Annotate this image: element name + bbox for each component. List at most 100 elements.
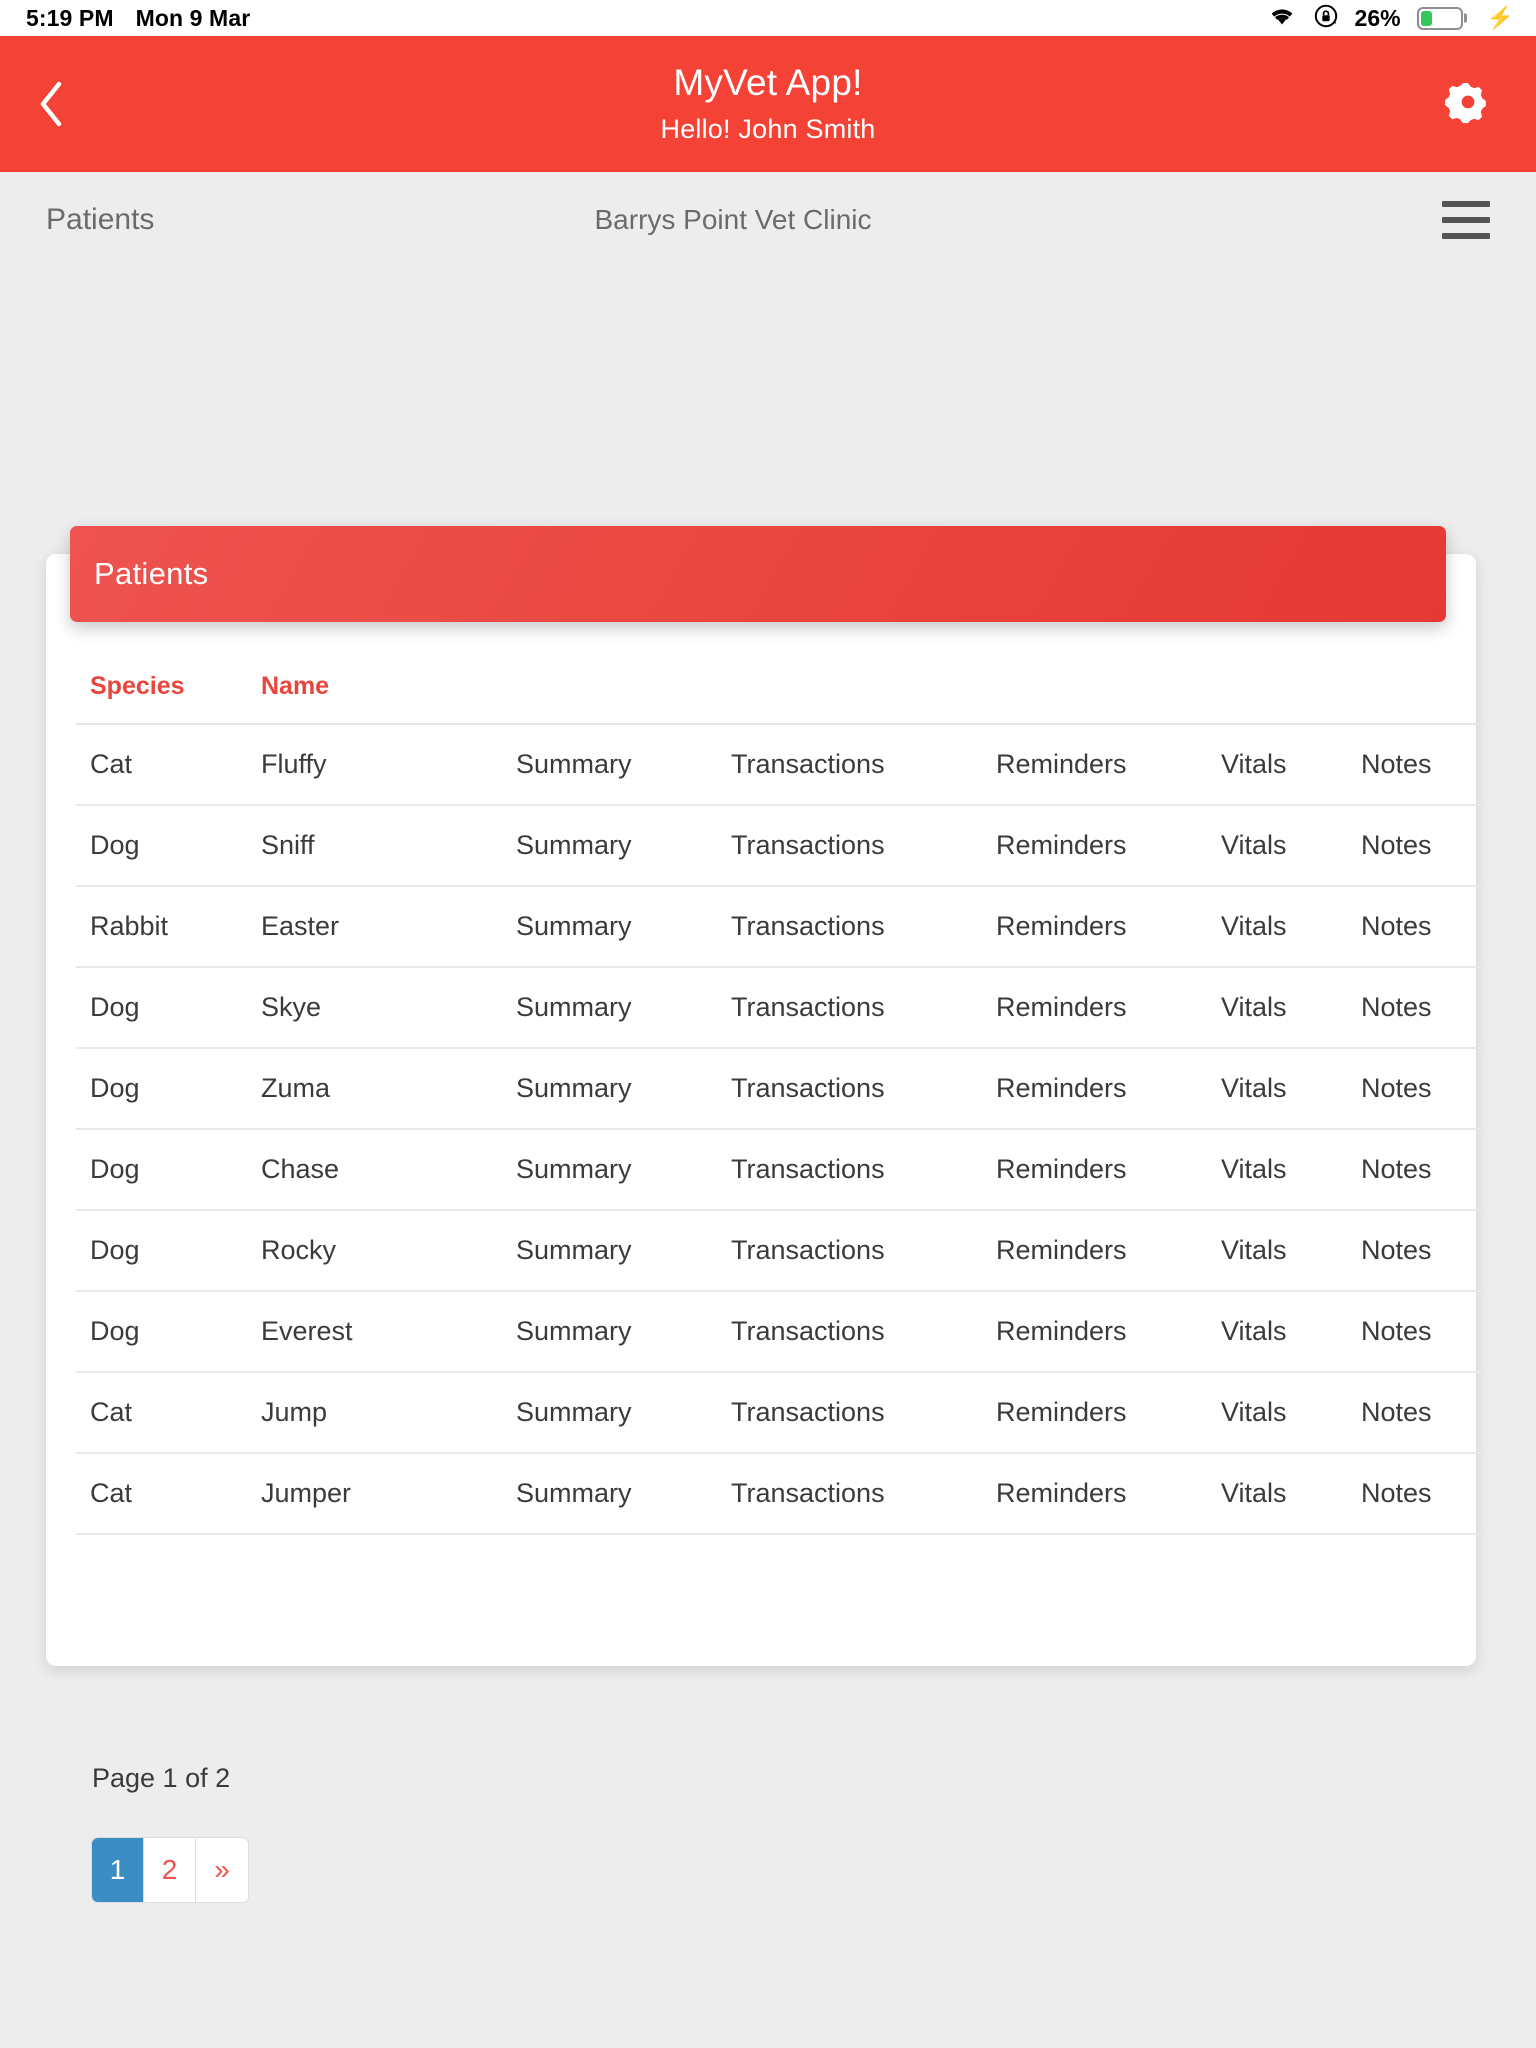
link-transactions[interactable]: Transactions [731, 886, 996, 968]
link-summary[interactable]: Summary [516, 1129, 731, 1211]
link-reminders[interactable]: Reminders [996, 805, 1221, 887]
patients-card-banner: Patients [70, 526, 1446, 622]
link-vitals[interactable]: Vitals [1221, 1048, 1361, 1130]
link-reminders[interactable]: Reminders [996, 1453, 1221, 1535]
link-summary[interactable]: Summary [516, 724, 731, 806]
pagination-info: Page 1 of 2 [92, 1763, 231, 1793]
table-row: Cat Jump Summary Transactions Reminders Vital… [76, 1372, 1481, 1454]
link-reminders[interactable]: Reminders [996, 1291, 1221, 1373]
link-notes[interactable]: Notes [1361, 1129, 1481, 1211]
link-summary[interactable]: Summary [516, 1210, 731, 1292]
table-row: Dog Everest Summary Transactions Reminders Vi… [76, 1291, 1481, 1373]
link-reminders[interactable]: Reminders [996, 1372, 1221, 1454]
rotation-lock-icon [1313, 3, 1339, 34]
link-reminders[interactable]: Reminders [996, 724, 1221, 806]
app-greeting: Hello! John Smith [660, 114, 876, 145]
link-notes[interactable]: Notes [1361, 886, 1481, 968]
cell-species: Dog [76, 967, 261, 1049]
table-row: Dog Zuma Summary Transactions Reminders Vital… [76, 1048, 1481, 1130]
app-title: MyVet App! [673, 61, 863, 103]
link-notes[interactable]: Notes [1361, 1372, 1481, 1454]
status-time: 5:19 PM [26, 4, 114, 31]
main-content: Patients Species Name Cat Fluffy Summary Tr… [0, 268, 1536, 1902]
link-summary[interactable]: Summary [516, 1048, 731, 1130]
cell-species: Dog [76, 805, 261, 887]
link-transactions[interactable]: Transactions [731, 1453, 996, 1535]
charging-bolt-icon: ⚡ [1486, 5, 1514, 30]
breadcrumb[interactable]: Patients [46, 203, 154, 237]
link-transactions[interactable]: Transactions [731, 1291, 996, 1373]
link-summary[interactable]: Summary [516, 1453, 731, 1535]
clinic-name: Barrys Point Vet Clinic [594, 204, 872, 235]
table-row: Cat Fluffy Summary Transactions Reminders Vit… [76, 724, 1481, 806]
cell-species: Dog [76, 1048, 261, 1130]
link-vitals[interactable]: Vitals [1221, 1372, 1361, 1454]
hamburger-menu-icon[interactable] [1442, 201, 1490, 239]
link-transactions[interactable]: Transactions [731, 1048, 996, 1130]
column-header-transactions [731, 648, 996, 725]
cell-name: Jumper [261, 1453, 516, 1535]
link-notes[interactable]: Notes [1361, 1291, 1481, 1373]
link-vitals[interactable]: Vitals [1221, 1210, 1361, 1292]
link-reminders[interactable]: Reminders [996, 1129, 1221, 1211]
link-reminders[interactable]: Reminders [996, 886, 1221, 968]
status-bar-left: 5:19 PM Mon 9 Mar [26, 5, 250, 32]
patients-table-wrapper: Species Name Cat Fluffy Summary Transaction… [46, 554, 1481, 1535]
table-row: Rabbit Easter Summary Transactions Reminders… [76, 886, 1481, 968]
link-vitals[interactable]: Vitals [1221, 805, 1361, 887]
status-bar: 5:19 PM Mon 9 Mar 26% ⚡ [0, 0, 1536, 36]
table-row: Dog Skye Summary Transactions Reminders Vital… [76, 967, 1481, 1049]
cell-name: Sniff [261, 805, 516, 887]
pagination-page-1[interactable]: 1 [92, 1838, 144, 1902]
link-summary[interactable]: Summary [516, 967, 731, 1049]
link-notes[interactable]: Notes [1361, 1210, 1481, 1292]
link-vitals[interactable]: Vitals [1221, 724, 1361, 806]
link-transactions[interactable]: Transactions [731, 1372, 996, 1454]
column-header-reminders [996, 648, 1221, 725]
link-transactions[interactable]: Transactions [731, 724, 996, 806]
link-summary[interactable]: Summary [516, 1372, 731, 1454]
back-chevron-icon [37, 79, 67, 129]
link-notes[interactable]: Notes [1361, 967, 1481, 1049]
cell-name: Zuma [261, 1048, 516, 1130]
link-notes[interactable]: Notes [1361, 1048, 1481, 1130]
back-button[interactable] [28, 76, 76, 132]
table-row: Dog Chase Summary Transactions Reminders Vita… [76, 1129, 1481, 1211]
link-vitals[interactable]: Vitals [1221, 886, 1361, 968]
link-notes[interactable]: Notes [1361, 1453, 1481, 1535]
wifi-icon [1267, 5, 1297, 32]
settings-button[interactable] [1440, 76, 1496, 132]
column-header-summary [516, 648, 731, 725]
cell-species: Cat [76, 1372, 261, 1454]
link-summary[interactable]: Summary [516, 805, 731, 887]
column-header-notes [1361, 648, 1481, 725]
cell-name: Skye [261, 967, 516, 1049]
link-vitals[interactable]: Vitals [1221, 1129, 1361, 1211]
column-header-name[interactable]: Name [261, 648, 516, 725]
link-reminders[interactable]: Reminders [996, 967, 1221, 1049]
link-transactions[interactable]: Transactions [731, 1129, 996, 1211]
cell-name: Chase [261, 1129, 516, 1211]
link-vitals[interactable]: Vitals [1221, 1453, 1361, 1535]
link-transactions[interactable]: Transactions [731, 967, 996, 1049]
link-notes[interactable]: Notes [1361, 724, 1481, 806]
pagination-page-3[interactable]: » [196, 1838, 248, 1902]
link-notes[interactable]: Notes [1361, 805, 1481, 887]
link-summary[interactable]: Summary [516, 1291, 731, 1373]
link-summary[interactable]: Summary [516, 886, 731, 968]
pagination[interactable]: 1 2» [92, 1838, 248, 1902]
link-transactions[interactable]: Transactions [731, 805, 996, 887]
table-row: Cat Jumper Summary Transactions Reminders Vit… [76, 1453, 1481, 1535]
link-reminders[interactable]: Reminders [996, 1210, 1221, 1292]
column-header-species[interactable]: Species [76, 648, 261, 725]
link-vitals[interactable]: Vitals [1221, 967, 1361, 1049]
cell-name: Rocky [261, 1210, 516, 1292]
gear-icon [1444, 78, 1492, 131]
sub-navigation-bar: Patients Barrys Point Vet Clinic [0, 172, 1536, 268]
cell-species: Cat [76, 724, 261, 806]
link-reminders[interactable]: Reminders [996, 1048, 1221, 1130]
link-vitals[interactable]: Vitals [1221, 1291, 1361, 1373]
cell-name: Easter [261, 886, 516, 968]
pagination-page-2[interactable]: 2 [144, 1838, 196, 1902]
link-transactions[interactable]: Transactions [731, 1210, 996, 1292]
